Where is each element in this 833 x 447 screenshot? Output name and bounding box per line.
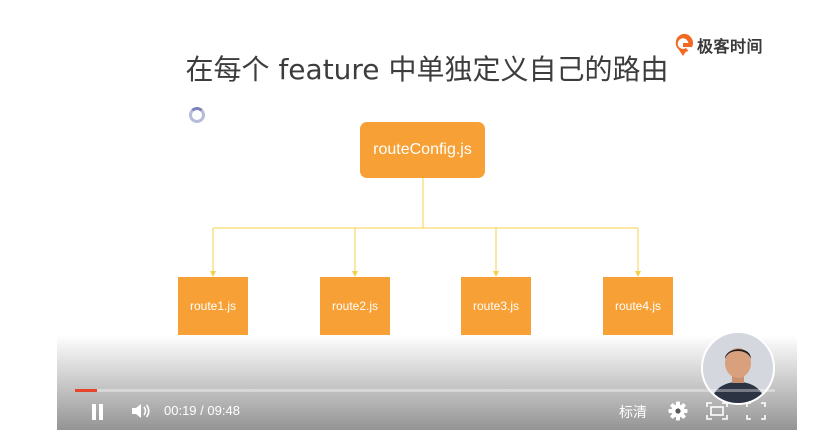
time-separator: / — [200, 403, 204, 418]
video-viewport[interactable]: 极客时间 在每个 feature 中单独定义自己的路由 routeConfig.… — [57, 0, 797, 430]
route-node-1: route1.js — [178, 277, 248, 335]
progress-fill — [75, 389, 98, 392]
route-config-node: routeConfig.js — [360, 122, 485, 178]
fullscreen-icon[interactable] — [746, 402, 766, 420]
gear-icon[interactable] — [668, 401, 688, 421]
current-time: 00:19 — [164, 403, 197, 418]
presenter-avatar — [701, 331, 775, 405]
pause-icon[interactable] — [91, 404, 105, 420]
volume-icon[interactable] — [130, 402, 152, 420]
route-node-4: route4.js — [603, 277, 673, 335]
video-player: 极客时间 在每个 feature 中单独定义自己的路由 routeConfig.… — [0, 0, 833, 447]
presenter-icon — [703, 333, 773, 403]
control-bar: 00:19 / 09:48 标清 — [57, 396, 797, 426]
route-node-3: route3.js — [461, 277, 531, 335]
picture-in-picture-icon[interactable] — [706, 402, 728, 420]
quality-selector[interactable]: 标清 — [619, 402, 647, 422]
time-display: 00:19 / 09:48 — [164, 403, 240, 418]
progress-bar[interactable] — [75, 389, 775, 392]
duration: 09:48 — [207, 403, 240, 418]
route-node-2: route2.js — [320, 277, 390, 335]
